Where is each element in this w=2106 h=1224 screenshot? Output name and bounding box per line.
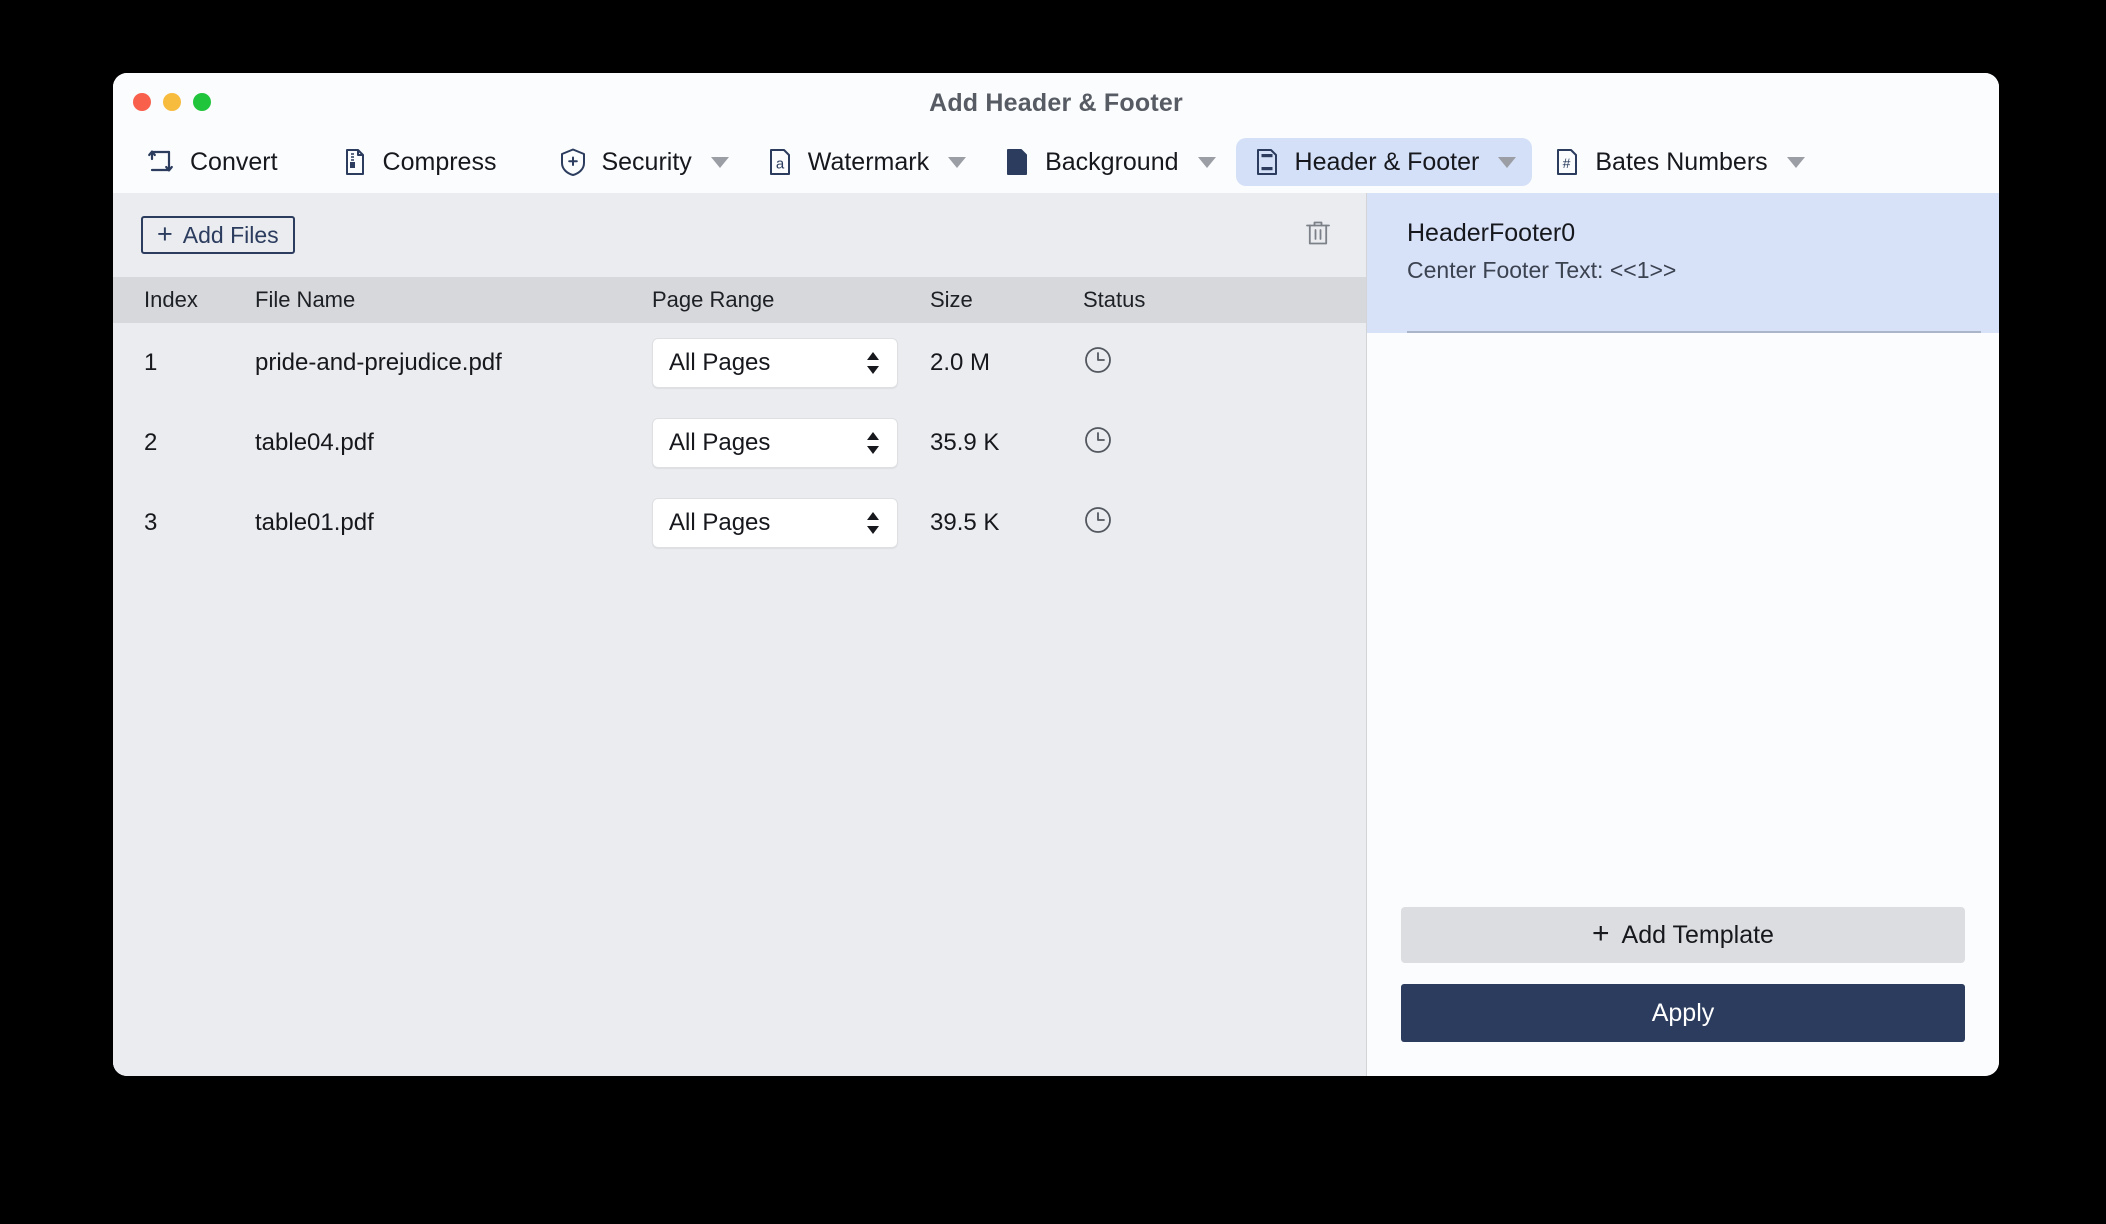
toolbar-item-compress-label: Compress: [382, 147, 497, 176]
toolbar-item-bates-numbers-label: Bates Numbers: [1595, 147, 1768, 176]
toolbar-item-header-footer-label: Header & Footer: [1294, 147, 1480, 176]
file-table-body: 1 pride-and-prejudice.pdf All Pages 2.0 …: [113, 323, 1366, 1076]
templates-actions: + Add Template Apply: [1367, 907, 1999, 1076]
toolbar-item-background[interactable]: Background: [986, 138, 1231, 186]
list-item[interactable]: HeaderFooter0 Center Footer Text: <<1>>: [1367, 193, 1999, 333]
templates-list: HeaderFooter0 Center Footer Text: <<1>>: [1367, 193, 1999, 907]
row-file-name: table04.pdf: [255, 429, 374, 456]
row-size: 2.0 M: [930, 349, 991, 376]
row-index: 1: [144, 349, 158, 376]
toolbar-item-compress[interactable]: Compress: [324, 138, 513, 186]
page-range-value: All Pages: [669, 349, 771, 376]
file-list-toolbar: + Add Files: [113, 193, 1366, 277]
row-file-name: table01.pdf: [255, 509, 374, 536]
compress-icon: [340, 147, 370, 177]
chevron-down-icon[interactable]: [710, 156, 729, 168]
trash-icon: [1303, 218, 1333, 253]
add-template-button[interactable]: + Add Template: [1401, 907, 1965, 963]
toolbar-item-security-label: Security: [601, 147, 692, 176]
page-range-select[interactable]: All Pages: [652, 338, 898, 388]
delete-file-button[interactable]: [1298, 215, 1338, 255]
page-range-value: All Pages: [669, 429, 771, 456]
templates-pane: HeaderFooter0 Center Footer Text: <<1>> …: [1367, 193, 1999, 1076]
row-index: 2: [144, 429, 158, 456]
toolbar-item-bates-numbers[interactable]: # Bates Numbers: [1536, 138, 1820, 186]
page-range-select[interactable]: All Pages: [652, 498, 898, 548]
page-range-value: All Pages: [669, 509, 771, 536]
window-body: + Add Files Index File Name Page Range S…: [113, 193, 1999, 1076]
toolbar-item-watermark-label: Watermark: [807, 147, 930, 176]
main-toolbar: Convert Compress Security a Watermark Ba…: [113, 131, 1999, 193]
page-range-select[interactable]: All Pages: [652, 418, 898, 468]
chevron-down-icon[interactable]: [948, 156, 967, 168]
row-file-name: pride-and-prejudice.pdf: [255, 349, 502, 376]
shield-plus-icon: [558, 147, 588, 177]
chevron-down-icon[interactable]: [1786, 156, 1805, 168]
add-files-label: Add Files: [182, 221, 279, 248]
window-title: Add Header & Footer: [929, 89, 1183, 117]
clock-icon: [1083, 426, 1113, 461]
file-table-header: Index File Name Page Range Size Status: [113, 277, 1366, 323]
template-name: HeaderFooter0: [1407, 219, 1576, 247]
title-bar: Add Header & Footer: [113, 73, 1999, 131]
bates-numbers-icon: #: [1552, 147, 1582, 177]
svg-text:#: #: [1563, 155, 1571, 171]
row-index: 3: [144, 509, 158, 536]
header-footer-icon: [1252, 147, 1282, 177]
table-row[interactable]: 1 pride-and-prejudice.pdf All Pages 2.0 …: [113, 323, 1366, 403]
toolbar-item-header-footer[interactable]: Header & Footer: [1235, 138, 1533, 186]
toolbar-item-security[interactable]: Security: [542, 138, 744, 186]
add-template-label: Add Template: [1621, 920, 1774, 949]
divider: [1407, 331, 1981, 333]
row-size: 39.5 K: [930, 509, 1000, 536]
column-header-index: Index: [144, 287, 198, 312]
column-header-file-name: File Name: [255, 287, 356, 312]
chevron-down-icon[interactable]: [1197, 156, 1216, 168]
toolbar-item-convert[interactable]: Convert: [131, 138, 294, 186]
add-files-button[interactable]: + Add Files: [141, 216, 295, 254]
svg-text:a: a: [776, 156, 785, 173]
column-header-page-range: Page Range: [652, 287, 775, 312]
plus-icon: +: [157, 218, 173, 249]
table-row[interactable]: 2 table04.pdf All Pages 35.9 K: [113, 403, 1366, 483]
template-detail: Center Footer Text: <<1>>: [1407, 257, 1677, 283]
table-row[interactable]: 3 table01.pdf All Pages 39.5 K: [113, 483, 1366, 563]
column-header-status: Status: [1083, 287, 1146, 312]
clock-icon: [1083, 346, 1113, 381]
background-icon: [1002, 147, 1032, 177]
apply-button[interactable]: Apply: [1401, 984, 1965, 1042]
stepper-icon[interactable]: [865, 510, 881, 536]
clock-icon: [1083, 506, 1113, 541]
toolbar-item-background-label: Background: [1045, 147, 1179, 176]
convert-icon: [147, 147, 177, 177]
plus-icon: +: [1592, 917, 1610, 950]
stepper-icon[interactable]: [865, 350, 881, 376]
file-list-pane: + Add Files Index File Name Page Range S…: [113, 193, 1367, 1076]
column-header-size: Size: [930, 287, 973, 312]
stepper-icon[interactable]: [865, 430, 881, 456]
toolbar-item-watermark[interactable]: a Watermark: [749, 138, 982, 186]
row-size: 35.9 K: [930, 429, 1000, 456]
toolbar-item-convert-label: Convert: [190, 147, 278, 176]
app-window: Add Header & Footer Convert Compress Sec…: [113, 73, 1999, 1076]
watermark-icon: a: [765, 147, 795, 177]
chevron-down-icon[interactable]: [1498, 156, 1517, 168]
